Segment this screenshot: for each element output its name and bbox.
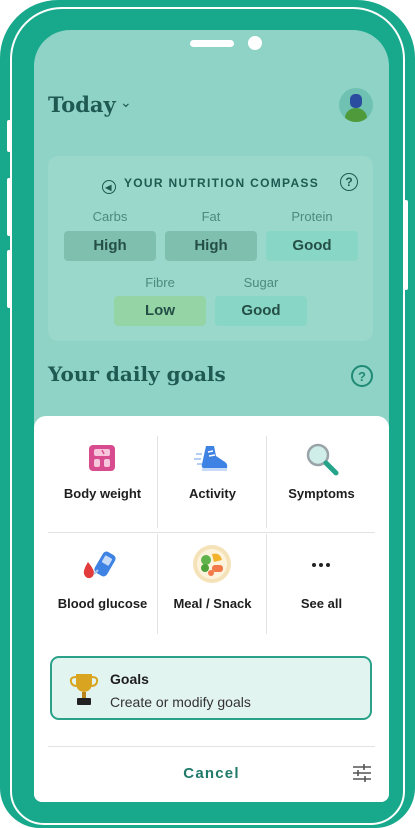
chevron-down-icon[interactable]: ⌄ bbox=[120, 94, 132, 111]
meal-snack-button[interactable]: Meal / Snack bbox=[158, 542, 267, 634]
nutrient-chip-fibre[interactable]: Low bbox=[114, 296, 206, 326]
speaker-notch bbox=[190, 40, 234, 47]
cancel-button[interactable]: Cancel bbox=[34, 765, 389, 782]
nutrient-label-fibre: Fibre bbox=[145, 275, 175, 290]
goals-help-icon[interactable]: ? bbox=[351, 365, 373, 387]
nutrient-chip-sugar[interactable]: Good bbox=[215, 296, 307, 326]
magnifier-icon bbox=[306, 443, 339, 476]
sheet-divider bbox=[48, 746, 375, 747]
nutrient-label-fat: Fat bbox=[201, 209, 221, 224]
glucose-meter-icon bbox=[83, 551, 116, 579]
scale-icon bbox=[89, 445, 115, 471]
more-dots-icon bbox=[312, 563, 330, 567]
meal-plate-icon bbox=[193, 545, 231, 583]
nutrient-label-sugar: Sugar bbox=[243, 275, 279, 290]
sliders-icon[interactable] bbox=[352, 764, 372, 782]
phone-screen: Today ⌄ ◀ YOUR NUTRITION COMPASS ? Carbs … bbox=[34, 30, 389, 802]
body-weight-button[interactable]: Body weight bbox=[48, 436, 157, 528]
daily-goals-title: Your daily goals bbox=[48, 362, 226, 386]
user-avatar-icon[interactable] bbox=[339, 88, 373, 122]
blood-glucose-label: Blood glucose bbox=[57, 596, 148, 611]
action-bottom-sheet: Body weight Activity Symptoms Blood gluc… bbox=[34, 416, 389, 802]
trophy-icon bbox=[69, 674, 99, 705]
sneaker-icon bbox=[194, 446, 228, 471]
nutrient-chip-fat[interactable]: High bbox=[165, 231, 257, 261]
phone-side-button bbox=[404, 200, 408, 290]
phone-side-button bbox=[7, 178, 11, 236]
compass-title: YOUR NUTRITION COMPASS bbox=[123, 176, 320, 190]
nutrition-compass-card: ◀ YOUR NUTRITION COMPASS ? Carbs Fat Prot… bbox=[48, 156, 373, 341]
symptoms-label: Symptoms bbox=[288, 486, 355, 501]
goals-subtitle: Create or modify goals bbox=[110, 694, 251, 710]
see-all-label: See all bbox=[300, 596, 343, 611]
goals-button[interactable]: Goals Create or modify goals bbox=[50, 656, 372, 720]
blood-glucose-button[interactable]: Blood glucose bbox=[48, 542, 157, 634]
body-weight-label: Body weight bbox=[63, 486, 142, 501]
grid-divider bbox=[48, 532, 375, 533]
meal-snack-label: Meal / Snack bbox=[173, 596, 252, 611]
help-icon[interactable]: ? bbox=[340, 173, 358, 191]
symptoms-button[interactable]: Symptoms bbox=[267, 436, 376, 528]
nutrient-chip-protein[interactable]: Good bbox=[266, 231, 358, 261]
nutrient-label-protein: Protein bbox=[291, 209, 333, 224]
phone-side-button bbox=[7, 120, 11, 152]
activity-button[interactable]: Activity bbox=[158, 436, 267, 528]
nutrient-chip-carbs[interactable]: High bbox=[64, 231, 156, 261]
activity-label: Activity bbox=[189, 486, 236, 501]
page-title[interactable]: Today bbox=[48, 92, 116, 117]
goals-title: Goals bbox=[110, 671, 149, 687]
nutrient-label-carbs: Carbs bbox=[92, 209, 128, 224]
phone-side-button bbox=[7, 250, 11, 308]
see-all-button[interactable]: See all bbox=[267, 542, 376, 634]
camera-notch bbox=[248, 36, 262, 50]
compass-title-row: ◀ YOUR NUTRITION COMPASS bbox=[48, 176, 373, 194]
navigation-icon: ◀ bbox=[101, 180, 116, 194]
